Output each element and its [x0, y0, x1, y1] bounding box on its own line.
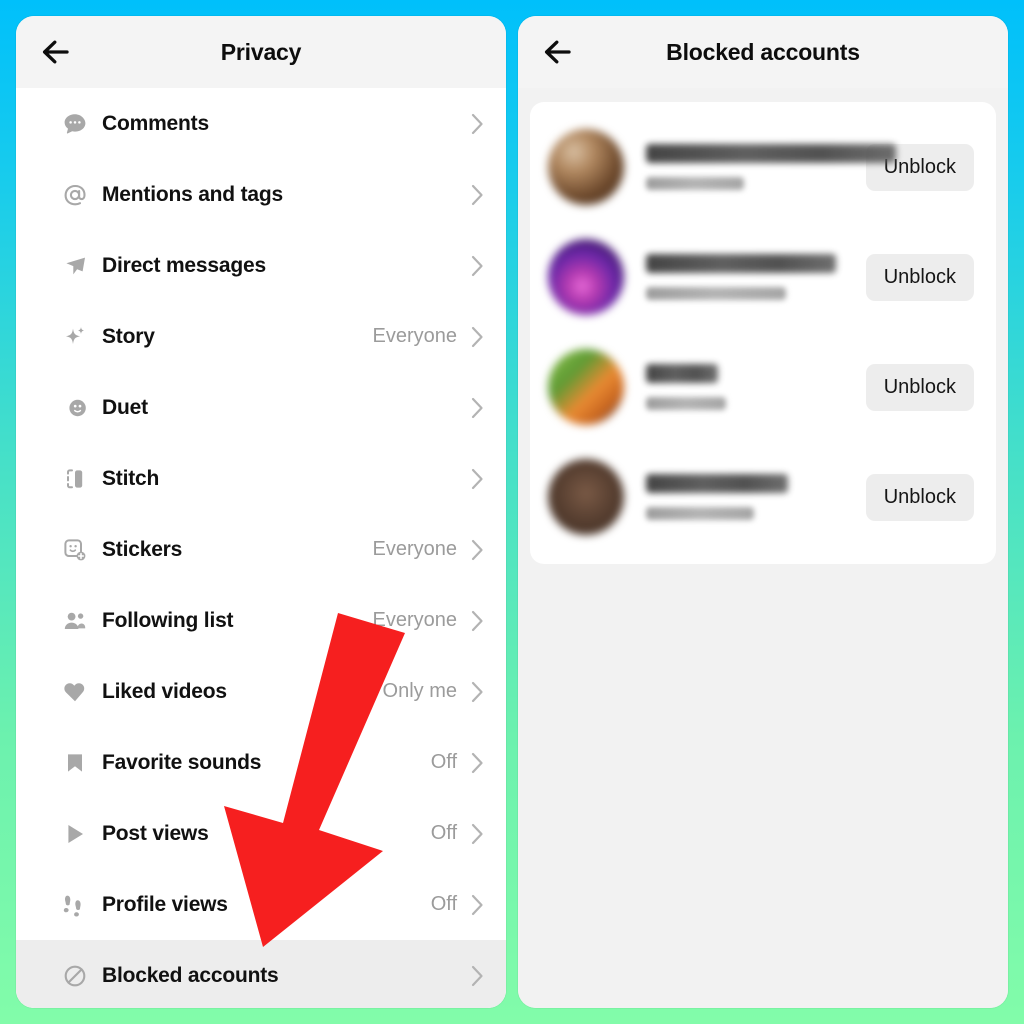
sidebar-item-label: Liked videos	[102, 679, 227, 703]
sidebar-item-label: Blocked accounts	[102, 963, 279, 987]
duet-circles-icon	[62, 395, 88, 421]
sidebar-item-duet[interactable]: Duet	[16, 372, 506, 443]
blocked-account-row[interactable]: Unblock	[530, 332, 996, 442]
blocked-accounts-body: Unblock Unblock Unblock Unblock	[518, 88, 1008, 1008]
chevron-right-icon	[471, 184, 484, 206]
sidebar-item-blocked-accounts[interactable]: Blocked accounts	[16, 940, 506, 1008]
sidebar-item-label: Duet	[102, 395, 148, 419]
row-value: Everyone	[372, 325, 458, 347]
row-value: Everyone	[372, 538, 458, 560]
row-value: Only me	[382, 680, 457, 702]
sidebar-item-direct-messages[interactable]: Direct messages	[16, 230, 506, 301]
chevron-right-icon	[471, 326, 484, 348]
blocked-accounts-card: Unblock Unblock Unblock Unblock	[530, 102, 996, 564]
avatar	[548, 349, 624, 425]
sidebar-item-favorite-sounds[interactable]: Favorite sounds Off	[16, 727, 506, 798]
chevron-right-icon	[471, 823, 484, 845]
chevron-right-icon	[471, 681, 484, 703]
privacy-header: Privacy	[16, 16, 506, 88]
chevron-right-icon	[471, 965, 484, 987]
sidebar-item-profile-views[interactable]: Profile views Off	[16, 869, 506, 940]
stitch-icon	[62, 466, 88, 492]
account-username	[646, 397, 726, 410]
sidebar-item-stickers[interactable]: Stickers Everyone	[16, 514, 506, 585]
sparkle-icon	[62, 324, 88, 350]
account-username	[646, 177, 744, 190]
account-meta	[646, 254, 866, 300]
chevron-right-icon	[471, 752, 484, 774]
sidebar-item-following-list[interactable]: Following list Everyone	[16, 585, 506, 656]
chevron-right-icon	[471, 113, 484, 135]
sidebar-item-mentions-and-tags[interactable]: Mentions and tags	[16, 159, 506, 230]
avatar	[548, 459, 624, 535]
sidebar-item-stitch[interactable]: Stitch	[16, 443, 506, 514]
sidebar-item-label: Stitch	[102, 466, 160, 490]
back-button-privacy[interactable]	[38, 35, 78, 69]
avatar	[548, 239, 624, 315]
chevron-right-icon	[471, 894, 484, 916]
blocked-accounts-header: Blocked accounts	[518, 16, 1008, 88]
sidebar-item-label: Following list	[102, 608, 234, 632]
sidebar-item-label: Profile views	[102, 892, 228, 916]
blocked-account-row[interactable]: Unblock	[530, 442, 996, 552]
blocked-accounts-screen: Blocked accounts Unblock Unblock Unblock…	[518, 16, 1008, 1008]
sidebar-item-label: Mentions and tags	[102, 182, 283, 206]
comment-bubble-icon	[62, 111, 88, 137]
account-meta	[646, 364, 866, 410]
account-display-name	[646, 364, 718, 383]
chevron-right-icon	[471, 539, 484, 561]
chevron-right-icon	[471, 255, 484, 277]
account-username	[646, 287, 786, 300]
unblock-button[interactable]: Unblock	[865, 473, 974, 521]
sidebar-item-label: Post views	[102, 821, 209, 845]
account-display-name	[646, 254, 836, 273]
people-icon	[62, 608, 88, 634]
sidebar-item-story[interactable]: Story Everyone	[16, 301, 506, 372]
sticker-icon	[62, 537, 88, 563]
row-value: Off	[430, 751, 457, 773]
chevron-right-icon	[471, 468, 484, 490]
unblock-button[interactable]: Unblock	[865, 363, 974, 411]
sidebar-item-label: Favorite sounds	[102, 750, 262, 774]
bookmark-icon	[62, 750, 88, 776]
row-value: Off	[430, 893, 457, 915]
sidebar-item-comments[interactable]: Comments	[16, 88, 506, 159]
account-meta	[646, 474, 866, 520]
arrow-left-icon	[41, 39, 75, 65]
account-meta	[646, 144, 896, 190]
page-title: Blocked accounts	[666, 38, 860, 65]
chevron-right-icon	[471, 397, 484, 419]
heart-icon	[62, 679, 88, 705]
avatar	[548, 129, 624, 205]
sidebar-item-label: Direct messages	[102, 253, 266, 277]
row-value: Off	[430, 822, 457, 844]
sidebar-item-post-views[interactable]: Post views Off	[16, 798, 506, 869]
sidebar-item-liked-videos[interactable]: Liked videos Only me	[16, 656, 506, 727]
account-display-name	[646, 474, 788, 493]
footprints-icon	[62, 892, 88, 918]
page-title: Privacy	[220, 38, 302, 65]
row-value: Everyone	[372, 609, 458, 631]
account-username	[646, 507, 754, 520]
block-circle-icon	[62, 963, 88, 989]
unblock-button[interactable]: Unblock	[865, 253, 974, 301]
screenshot-stage: Privacy Comments Mentions and tags Direc…	[0, 0, 1024, 1024]
sidebar-item-label: Comments	[102, 111, 209, 135]
sidebar-item-label: Story	[102, 324, 155, 348]
arrow-left-icon	[543, 39, 577, 65]
back-button-blocked[interactable]	[540, 35, 580, 69]
blocked-account-row[interactable]: Unblock	[530, 112, 996, 222]
account-display-name	[646, 144, 896, 163]
play-triangle-icon	[62, 821, 88, 847]
at-sign-icon	[62, 182, 88, 208]
sidebar-item-label: Stickers	[102, 537, 183, 561]
chevron-right-icon	[471, 610, 484, 632]
privacy-settings-list: Comments Mentions and tags Direct messag…	[16, 88, 506, 1008]
blocked-account-row[interactable]: Unblock	[530, 222, 996, 332]
privacy-screen: Privacy Comments Mentions and tags Direc…	[16, 16, 506, 1008]
paper-plane-icon	[62, 253, 88, 279]
